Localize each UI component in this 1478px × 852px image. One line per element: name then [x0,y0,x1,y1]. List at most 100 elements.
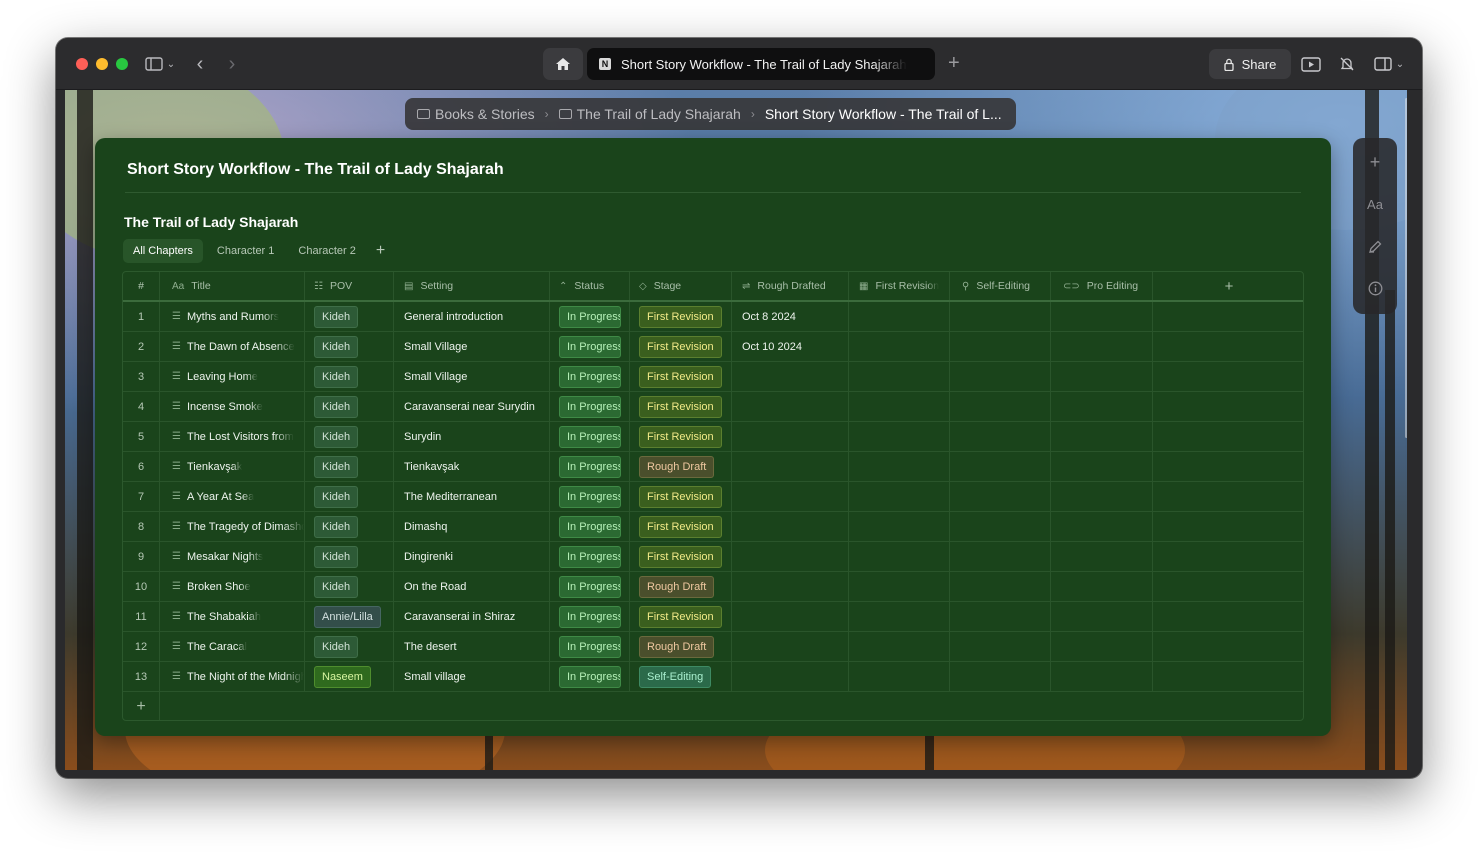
add-property-button[interactable]: + [1153,272,1303,300]
self-editing-cell[interactable] [950,572,1051,601]
stage-cell[interactable]: First Revision [630,392,732,421]
chapter-title[interactable]: Leaving Home [187,371,258,383]
status-cell[interactable]: In Progress [550,392,630,421]
breadcrumb-item[interactable]: The Trail of Lady Shajarah [558,106,741,122]
status-cell[interactable]: In Progress [550,452,630,481]
chapter-title[interactable]: Myths and Rumors [187,311,279,323]
self-editing-cell[interactable] [950,422,1051,451]
column-header-pov[interactable]: ☷ POV [305,272,394,300]
setting-cell[interactable]: Dingirenki [394,542,550,571]
table-row[interactable]: 4 ☰ Incense Smoke Kideh Caravanserai near Su… [123,392,1303,422]
self-editing-cell[interactable] [950,362,1051,391]
pov-cell[interactable]: Kideh [305,422,394,451]
rough-drafted-cell[interactable]: Oct 10 2024 [732,332,849,361]
rough-drafted-cell[interactable] [732,572,849,601]
pro-editing-cell[interactable] [1051,392,1153,421]
table-row[interactable]: 9 ☰ Mesakar Nights Kideh Dingirenki In Progre… [123,542,1303,572]
breadcrumb-item[interactable]: Books & Stories [417,106,535,122]
pro-editing-cell[interactable] [1051,332,1153,361]
self-editing-cell[interactable] [950,602,1051,631]
stage-cell[interactable]: Rough Draft [630,572,732,601]
setting-cell[interactable]: Surydin [394,422,550,451]
table-row[interactable]: 1 ☰ Myths and Rumors Kideh General introduct… [123,302,1303,332]
status-cell[interactable]: In Progress [550,302,630,331]
pro-editing-cell[interactable] [1051,452,1153,481]
first-revision-cell[interactable] [849,572,950,601]
status-cell[interactable]: In Progress [550,332,630,361]
self-editing-cell[interactable] [950,302,1051,331]
minimize-window-button[interactable] [96,58,108,70]
first-revision-cell[interactable] [849,392,950,421]
view-tab-all-chapters[interactable]: All Chapters [123,239,203,263]
pov-cell[interactable]: Kideh [305,302,394,331]
column-header-setting[interactable]: ▤ Setting [394,272,550,300]
table-row[interactable]: 2 ☰ The Dawn of Absence Kideh Small Village I… [123,332,1303,362]
title-cell[interactable]: ☰ The Caracal [160,632,305,661]
table-row[interactable]: 6 ☰ Tienkavşak Kideh Tienkavşak In Progress Ro… [123,452,1303,482]
share-button[interactable]: Share [1209,49,1291,79]
rough-drafted-cell[interactable] [732,422,849,451]
pro-editing-cell[interactable] [1051,512,1153,541]
self-editing-cell[interactable] [950,482,1051,511]
setting-cell[interactable]: Tienkavşak [394,452,550,481]
stage-cell[interactable]: First Revision [630,302,732,331]
setting-cell[interactable]: Caravanserai in Shiraz [394,602,550,631]
rough-drafted-cell[interactable] [732,602,849,631]
stage-cell[interactable]: Rough Draft [630,632,732,661]
rough-drafted-cell[interactable] [732,632,849,661]
rough-drafted-cell[interactable] [732,452,849,481]
stage-cell[interactable]: First Revision [630,542,732,571]
title-cell[interactable]: ☰ The Shabakiah [160,602,305,631]
table-row[interactable]: 10 ☰ Broken Shoe Kideh On the Road In Progres… [123,572,1303,602]
forward-button[interactable]: › [222,52,242,76]
page-scrollbar[interactable] [1405,98,1407,438]
table-row[interactable]: 3 ☰ Leaving Home Kideh Small Village In Progr… [123,362,1303,392]
zoom-window-button[interactable] [116,58,128,70]
right-sidebar-button[interactable]: ⌄ [1370,52,1408,76]
database-title[interactable]: The Trail of Lady Shajarah [124,214,298,230]
setting-cell[interactable]: The desert [394,632,550,661]
rough-drafted-cell[interactable]: Oct 8 2024 [732,302,849,331]
first-revision-cell[interactable] [849,452,950,481]
setting-cell[interactable]: Small Village [394,332,550,361]
stage-cell[interactable]: First Revision [630,362,732,391]
title-cell[interactable]: ☰ Incense Smoke [160,392,305,421]
column-header-number[interactable]: # [123,272,160,300]
title-cell[interactable]: ☰ Broken Shoe [160,572,305,601]
pov-cell[interactable]: Kideh [305,482,394,511]
pen-button[interactable] [1368,234,1383,258]
self-editing-cell[interactable] [950,332,1051,361]
first-revision-cell[interactable] [849,482,950,511]
column-header-stage[interactable]: ◇ Stage [630,272,732,300]
rough-drafted-cell[interactable] [732,362,849,391]
chapter-title[interactable]: The Night of the Midnight [187,671,304,683]
pro-editing-cell[interactable] [1051,602,1153,631]
table-row[interactable]: 11 ☰ The Shabakiah Annie/Lilla Caravanserai … [123,602,1303,632]
status-cell[interactable]: In Progress [550,662,630,691]
active-tab[interactable]: N Short Story Workflow - The Trail of La… [587,48,935,80]
chapter-title[interactable]: Mesakar Nights [187,551,263,563]
setting-cell[interactable]: The Mediterranean [394,482,550,511]
self-editing-cell[interactable] [950,542,1051,571]
table-row[interactable]: 7 ☰ A Year At Sea Kideh The Mediterranean In … [123,482,1303,512]
back-button[interactable]: ‹ [190,52,210,76]
breadcrumb-current[interactable]: Short Story Workflow - The Trail of L... [765,106,1002,122]
rough-drafted-cell[interactable] [732,512,849,541]
view-tab-character-2[interactable]: Character 2 [288,239,365,263]
stage-cell[interactable]: Rough Draft [630,452,732,481]
pov-cell[interactable]: Kideh [305,632,394,661]
setting-cell[interactable]: Small Village [394,362,550,391]
setting-cell[interactable]: On the Road [394,572,550,601]
pro-editing-cell[interactable] [1051,662,1153,691]
pov-cell[interactable]: Kideh [305,392,394,421]
status-cell[interactable]: In Progress [550,362,630,391]
new-tab-button[interactable]: + [948,52,960,75]
title-cell[interactable]: ☰ Tienkavşak [160,452,305,481]
column-header-pro-editing[interactable]: ⊂⊃ Pro Editing [1051,272,1153,300]
self-editing-cell[interactable] [950,452,1051,481]
close-window-button[interactable] [76,58,88,70]
self-editing-cell[interactable] [950,662,1051,691]
table-row[interactable]: 5 ☰ The Lost Visitors from Kideh Surydin In P… [123,422,1303,452]
self-editing-cell[interactable] [950,632,1051,661]
title-cell[interactable]: ☰ A Year At Sea [160,482,305,511]
